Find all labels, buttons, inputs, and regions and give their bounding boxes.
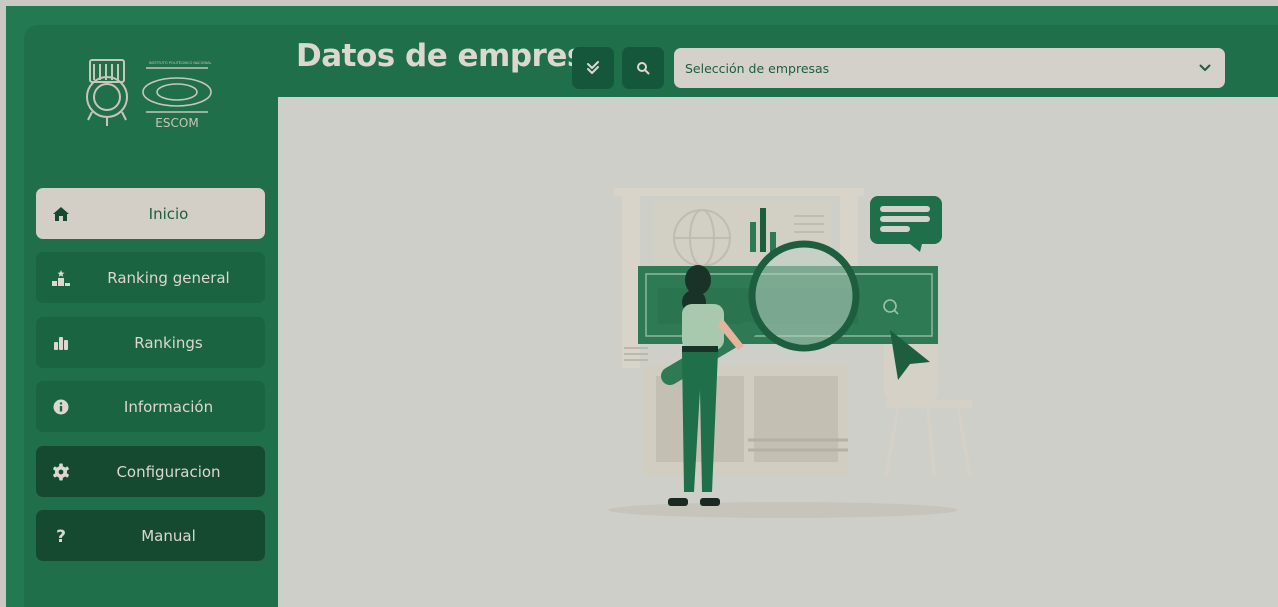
podium-icon bbox=[50, 252, 72, 303]
chevron-down-icon bbox=[1199, 64, 1211, 71]
nav-item-ranking-general[interactable]: Ranking general bbox=[36, 252, 265, 303]
search-button[interactable] bbox=[622, 47, 664, 89]
svg-text:INSTITUTO POLITÉCNICO NACIONAL: INSTITUTO POLITÉCNICO NACIONAL bbox=[149, 60, 212, 65]
search-icon bbox=[637, 62, 650, 75]
company-select-value: Selección de empresas bbox=[685, 60, 830, 76]
bar-chart-icon bbox=[50, 317, 72, 368]
search-illustration bbox=[608, 188, 972, 518]
home-icon bbox=[50, 188, 72, 239]
info-icon bbox=[50, 381, 72, 432]
company-select[interactable]: Selección de empresas bbox=[674, 48, 1225, 88]
question-icon: ? bbox=[50, 510, 72, 561]
nav-item-informacion[interactable]: Información bbox=[36, 381, 265, 432]
double-check-icon bbox=[587, 61, 599, 74]
page-title: Datos de empres bbox=[296, 38, 585, 74]
select-all-button[interactable] bbox=[572, 47, 614, 89]
escom-logo-text: ESCOM bbox=[155, 116, 198, 130]
nav-item-manual[interactable]: ? Manual bbox=[36, 510, 265, 561]
nav-item-label: Rankings bbox=[134, 333, 203, 352]
nav-item-label: Inicio bbox=[148, 204, 189, 223]
nav-item-label: Información bbox=[123, 397, 214, 416]
ipn-logo: INSTITUTO POLITÉCNICO NACIONAL ESCOM bbox=[86, 59, 212, 130]
nav-item-label: Ranking general bbox=[107, 268, 230, 287]
gear-icon bbox=[50, 446, 72, 497]
nav-item-label: Manual bbox=[141, 526, 196, 545]
nav-item-rankings[interactable]: Rankings bbox=[36, 317, 265, 368]
nav-item-label: Configuracion bbox=[116, 462, 221, 481]
svg-text:?: ? bbox=[56, 527, 66, 545]
nav-item-configuracion[interactable]: Configuracion bbox=[36, 446, 265, 497]
nav-item-inicio[interactable]: Inicio bbox=[36, 188, 265, 239]
logo-area: INSTITUTO POLITÉCNICO NACIONAL ESCOM bbox=[80, 52, 230, 134]
